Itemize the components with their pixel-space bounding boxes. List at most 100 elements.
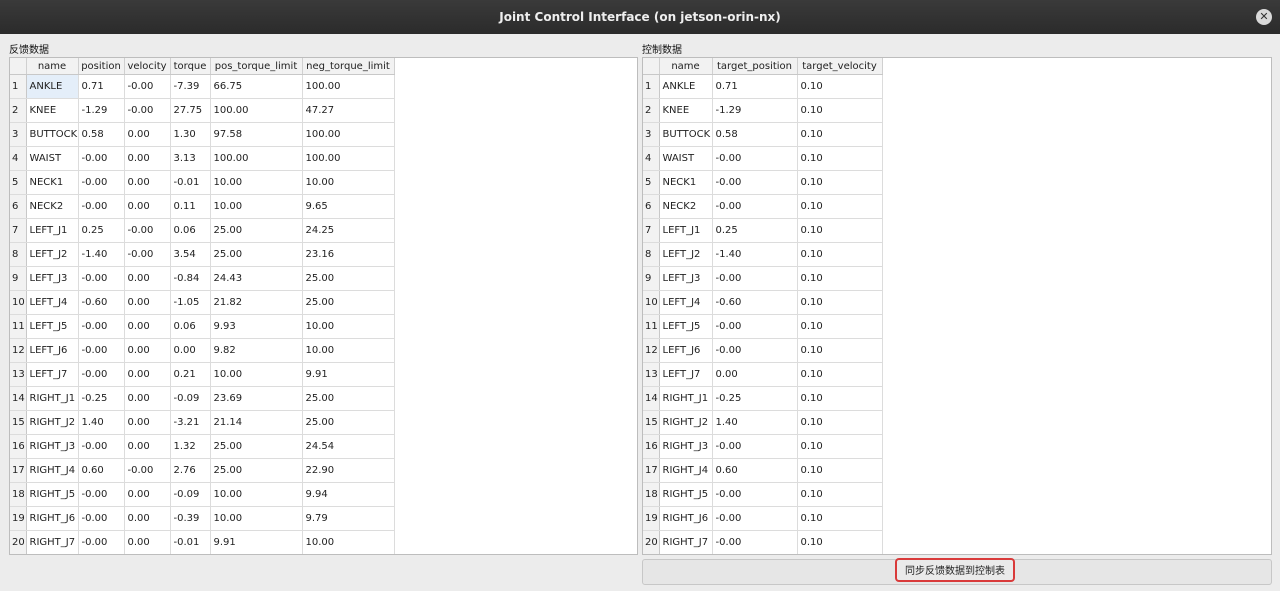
table-cell[interactable]: NECK2 [659,194,713,219]
table-cell[interactable]: 100.00 [210,98,303,123]
table-row[interactable]: 8 LEFT_J2 -1.40 0.10 [643,242,883,267]
row-number[interactable]: 10 [10,290,27,315]
row-number[interactable]: 7 [10,218,27,243]
table-row[interactable]: 19 RIGHT_J6 -0.00 0.10 [643,506,883,531]
row-number[interactable]: 3 [643,122,660,147]
row-number[interactable]: 8 [643,242,660,267]
row-number[interactable]: 20 [643,530,660,554]
table-cell[interactable]: 0.10 [797,386,883,411]
table-cell[interactable]: LEFT_J4 [26,290,79,315]
close-button[interactable]: ✕ [1256,9,1272,25]
table-row[interactable]: 19 RIGHT_J6 -0.00 0.00 -0.39 10.00 9.79 [10,506,395,531]
table-cell[interactable]: 0.00 [124,434,171,459]
row-number[interactable]: 1 [643,74,660,99]
table-cell[interactable]: 25.00 [210,458,303,483]
table-cell[interactable]: 0.10 [797,458,883,483]
table-cell[interactable]: 0.10 [797,482,883,507]
table-cell[interactable]: -0.00 [712,146,798,171]
row-number[interactable]: 1 [10,74,27,99]
row-number[interactable]: 18 [10,482,27,507]
row-number[interactable]: 2 [10,98,27,123]
table-cell[interactable]: -0.00 [124,74,171,99]
table-cell[interactable]: 9.94 [302,482,395,507]
table-cell[interactable]: 3.13 [170,146,211,171]
table-cell[interactable]: 10.00 [210,170,303,195]
table-cell[interactable]: 22.90 [302,458,395,483]
table-cell[interactable]: 9.82 [210,338,303,363]
table-row[interactable]: 2 KNEE -1.29 -0.00 27.75 100.00 47.27 [10,98,395,123]
table-cell[interactable]: -0.00 [78,170,125,195]
row-number[interactable]: 11 [10,314,27,339]
table-row[interactable]: 8 LEFT_J2 -1.40 -0.00 3.54 25.00 23.16 [10,242,395,267]
table-cell[interactable]: -0.25 [712,386,798,411]
table-row[interactable]: 17 RIGHT_J4 0.60 -0.00 2.76 25.00 22.90 [10,458,395,483]
table-cell[interactable]: 25.00 [302,290,395,315]
row-number[interactable]: 5 [10,170,27,195]
table-cell[interactable]: LEFT_J4 [659,290,713,315]
table-cell[interactable]: 1.40 [712,410,798,435]
table-cell[interactable]: 2.76 [170,458,211,483]
table-row[interactable]: 15 RIGHT_J2 1.40 0.10 [643,410,883,435]
row-number[interactable]: 12 [10,338,27,363]
table-cell[interactable]: 10.00 [210,362,303,387]
table-cell[interactable]: 0.10 [797,194,883,219]
table-cell[interactable]: 0.25 [712,218,798,243]
table-cell[interactable]: 0.25 [78,218,125,243]
table-row[interactable]: 1 ANKLE 0.71 -0.00 -7.39 66.75 100.00 [10,74,395,99]
table-cell[interactable]: RIGHT_J1 [659,386,713,411]
table-cell[interactable]: 25.00 [302,410,395,435]
table-cell[interactable]: -0.09 [170,482,211,507]
table-cell[interactable]: RIGHT_J1 [26,386,79,411]
table-cell[interactable]: 0.10 [797,290,883,315]
table-row[interactable]: 12 LEFT_J6 -0.00 0.10 [643,338,883,363]
table-cell[interactable]: LEFT_J2 [659,242,713,267]
table-cell[interactable]: RIGHT_J3 [26,434,79,459]
table-cell[interactable]: 0.00 [124,506,171,531]
table-cell[interactable]: 0.58 [78,122,125,147]
table-cell[interactable]: 0.71 [78,74,125,99]
table-row[interactable]: 20 RIGHT_J7 -0.00 0.10 [643,530,883,554]
table-cell[interactable]: 1.40 [78,410,125,435]
column-header-pos-torque-limit[interactable]: pos_torque_limit [210,58,303,75]
table-cell[interactable]: NECK1 [26,170,79,195]
table-cell[interactable]: 25.00 [210,218,303,243]
table-cell[interactable]: 9.91 [302,362,395,387]
table-row[interactable]: 16 RIGHT_J3 -0.00 0.00 1.32 25.00 24.54 [10,434,395,459]
table-cell[interactable]: BUTTOCK [659,122,713,147]
table-cell[interactable]: 0.00 [124,314,171,339]
table-cell[interactable]: RIGHT_J6 [26,506,79,531]
table-cell[interactable]: 21.82 [210,290,303,315]
table-cell[interactable]: 0.06 [170,218,211,243]
table-cell[interactable]: 0.10 [797,434,883,459]
table-cell[interactable]: LEFT_J6 [659,338,713,363]
row-number[interactable]: 13 [643,362,660,387]
table-cell[interactable]: 1.30 [170,122,211,147]
table-cell[interactable]: 0.00 [124,362,171,387]
table-cell[interactable]: LEFT_J7 [659,362,713,387]
table-cell[interactable]: -0.00 [124,98,171,123]
table-cell[interactable]: 0.21 [170,362,211,387]
table-cell[interactable]: -0.00 [712,314,798,339]
control-table-frame[interactable]: name target_position target_velocity 1 ANKL… [642,57,1272,555]
table-cell[interactable]: 0.06 [170,314,211,339]
table-cell[interactable]: 23.16 [302,242,395,267]
table-row[interactable]: 10 LEFT_J4 -0.60 0.10 [643,290,883,315]
table-cell[interactable]: LEFT_J5 [659,314,713,339]
table-cell[interactable]: -0.00 [124,242,171,267]
table-row[interactable]: 17 RIGHT_J4 0.60 0.10 [643,458,883,483]
column-header-velocity[interactable]: velocity [124,58,171,75]
table-cell[interactable]: 10.00 [210,482,303,507]
row-number[interactable]: 20 [10,530,27,554]
table-cell[interactable]: 0.00 [124,530,171,554]
table-cell[interactable]: -7.39 [170,74,211,99]
table-cell[interactable]: 0.00 [124,410,171,435]
table-cell[interactable]: -3.21 [170,410,211,435]
column-header-target-velocity[interactable]: target_velocity [797,58,883,75]
row-number[interactable]: 18 [643,482,660,507]
table-cell[interactable]: 0.10 [797,146,883,171]
table-cell[interactable]: -0.60 [712,290,798,315]
table-cell[interactable]: -0.25 [78,386,125,411]
row-number[interactable]: 16 [643,434,660,459]
row-number[interactable]: 19 [10,506,27,531]
table-row[interactable]: 6 NECK2 -0.00 0.10 [643,194,883,219]
